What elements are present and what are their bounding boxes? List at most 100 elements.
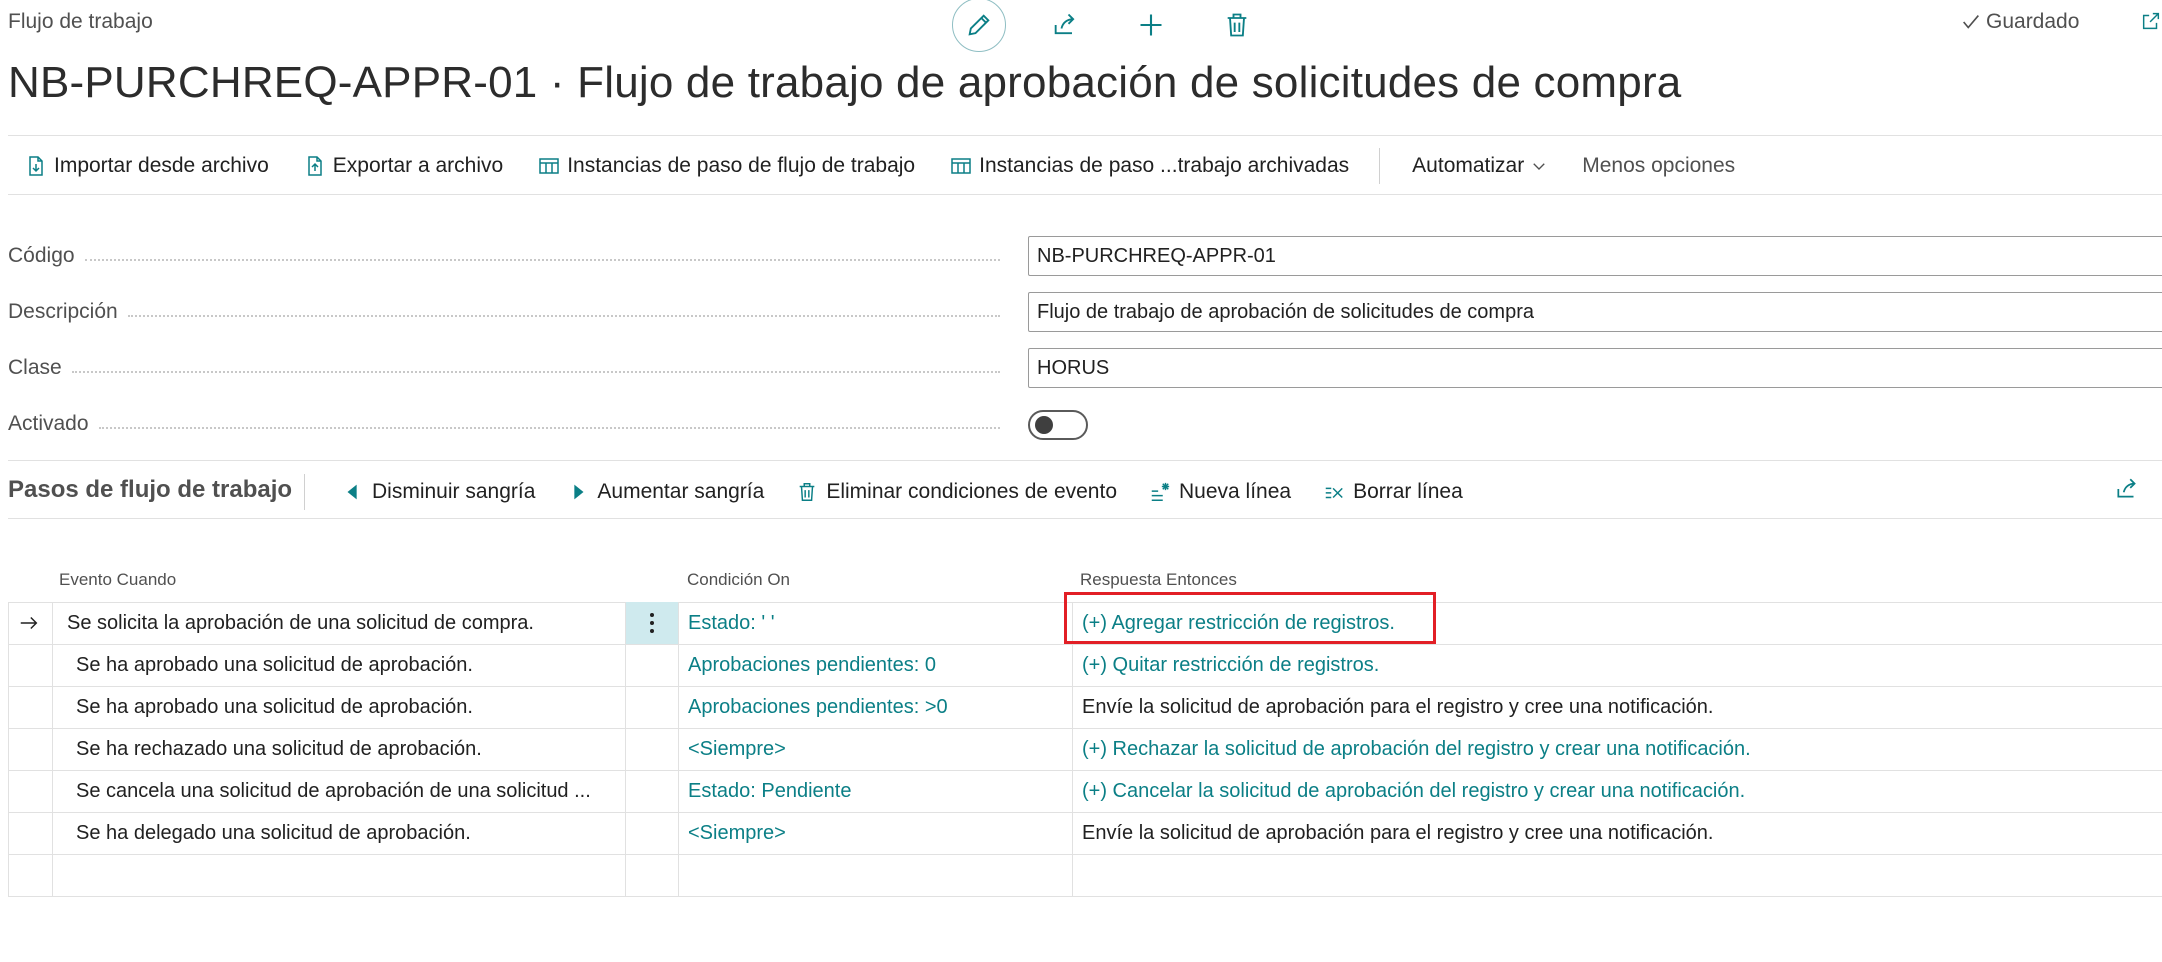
table-row-empty[interactable] <box>8 854 2162 897</box>
import-button[interactable]: Importar desde archivo <box>24 154 269 178</box>
dotted-leader <box>98 427 1000 429</box>
decrease-indent-label: Disminuir sangría <box>372 480 536 503</box>
delete-line-icon <box>1325 487 1343 499</box>
condition-cell[interactable]: Aprobaciones pendientes: >0 <box>688 686 1068 728</box>
column-header-event[interactable]: Evento Cuando <box>59 570 176 590</box>
table-row[interactable]: Se ha aprobado una solicitud de aprobaci… <box>8 644 2162 687</box>
dotted-leader <box>71 371 1000 373</box>
condition-cell[interactable]: Estado: ' ' <box>688 602 1068 644</box>
condition-cell[interactable]: <Siempre> <box>688 728 1068 770</box>
export-label: Exportar a archivo <box>332 154 504 177</box>
check-icon <box>1963 15 1979 29</box>
edit-button[interactable] <box>952 0 1006 52</box>
share-icon <box>2117 478 2136 498</box>
increase-indent-button[interactable]: Aumentar sangría <box>567 480 764 504</box>
table-row[interactable]: Se ha rechazado una solicitud de aprobac… <box>8 728 2162 771</box>
share-steps-button[interactable] <box>2114 476 2140 507</box>
export-file-icon <box>308 156 322 176</box>
class-label-text: Clase <box>8 356 62 379</box>
open-new-window-icon <box>2142 12 2160 30</box>
response-cell[interactable]: Envíe la solicitud de aprobación para el… <box>1082 812 2162 854</box>
separator <box>304 474 305 510</box>
table-row[interactable]: Se cancela una solicitud de aprobación d… <box>8 770 2162 813</box>
response-cell[interactable]: (+) Rechazar la solicitud de aprobación … <box>1082 728 2162 770</box>
row-menu-button[interactable] <box>626 602 678 644</box>
toggle-knob <box>1035 416 1053 434</box>
column-header-response[interactable]: Respuesta Entonces <box>1080 570 1237 590</box>
steps-toolbar: Disminuir sangría Aumentar sangría Elimi… <box>342 474 1495 510</box>
table-icon <box>539 158 559 174</box>
table-row[interactable]: Se ha delegado una solicitud de aprobaci… <box>8 812 2162 855</box>
event-cell[interactable]: Se cancela una solicitud de aprobación d… <box>76 770 626 812</box>
new-line-icon <box>1151 482 1170 501</box>
highlight-box <box>1064 592 1436 644</box>
condition-cell[interactable]: Aprobaciones pendientes: 0 <box>688 644 1068 686</box>
grid-line <box>678 602 679 896</box>
steps-section-title[interactable]: Pasos de flujo de trabajo <box>8 476 292 504</box>
header-actions <box>952 0 1296 52</box>
fewer-options-button[interactable]: Menos opciones <box>1582 154 1735 178</box>
delete-conditions-button[interactable]: Eliminar condiciones de evento <box>796 480 1117 504</box>
code-field[interactable]: NB-PURCHREQ-APPR-01 <box>1028 236 2162 276</box>
description-label-text: Descripción <box>8 300 118 323</box>
dotted-leader <box>127 315 1000 317</box>
divider <box>8 518 2162 519</box>
code-label: Código <box>8 244 1008 268</box>
condition-cell[interactable]: <Siempre> <box>688 812 1068 854</box>
event-cell[interactable]: Se ha aprobado una solicitud de aprobaci… <box>76 686 626 728</box>
new-line-button[interactable]: Nueva línea <box>1149 480 1291 504</box>
event-cell[interactable]: Se ha rechazado una solicitud de aprobac… <box>76 728 626 770</box>
delete-conditions-label: Eliminar condiciones de evento <box>826 480 1117 503</box>
delete-line-button[interactable]: Borrar línea <box>1323 480 1463 504</box>
arrow-right-icon <box>574 484 584 500</box>
event-cell[interactable]: Se ha aprobado una solicitud de aprobaci… <box>76 644 626 686</box>
decrease-indent-button[interactable]: Disminuir sangría <box>342 480 535 504</box>
export-button[interactable]: Exportar a archivo <box>303 154 503 178</box>
archived-instances-button[interactable]: Instancias de paso ...trabajo archivadas <box>949 154 1349 178</box>
delete-icon <box>1227 13 1247 37</box>
description-label: Descripción <box>8 300 1008 324</box>
response-cell[interactable]: Envíe la solicitud de aprobación para el… <box>1082 686 2162 728</box>
new-line-label: Nueva línea <box>1179 480 1292 503</box>
fewer-options-label: Menos opciones <box>1582 154 1736 177</box>
divider <box>8 460 2162 461</box>
event-cell[interactable]: Se solicita la aprobación de una solicit… <box>67 602 627 644</box>
divider <box>8 135 2162 136</box>
trash-icon <box>799 483 815 501</box>
archived-instances-label: Instancias de paso ...trabajo archivadas <box>979 154 1350 177</box>
divider <box>8 194 2162 195</box>
grid-line <box>8 602 9 896</box>
table-row[interactable]: Se ha aprobado una solicitud de aprobaci… <box>8 686 2162 729</box>
column-header-condition[interactable]: Condición On <box>687 570 790 590</box>
more-vertical-icon <box>650 613 654 633</box>
saved-status: Guardado <box>1960 10 2079 34</box>
add-button[interactable] <box>1124 0 1178 52</box>
import-file-icon <box>29 156 43 176</box>
separator <box>1379 148 1381 184</box>
grid-line <box>1072 602 1073 896</box>
import-label: Importar desde archivo <box>54 154 269 177</box>
event-cell[interactable]: Se ha delegado una solicitud de aprobaci… <box>76 812 626 854</box>
code-label-text: Código <box>8 244 75 267</box>
class-field[interactable]: HORUS <box>1028 348 2162 388</box>
description-field[interactable]: Flujo de trabajo de aprobación de solici… <box>1028 292 2162 332</box>
action-bar: Importar desde archivo Exportar a archiv… <box>24 146 1769 186</box>
table-icon <box>951 158 971 174</box>
enabled-toggle[interactable] <box>1028 410 1088 440</box>
grid-line <box>52 602 53 896</box>
condition-cell[interactable]: Estado: Pendiente <box>688 770 1068 812</box>
step-instances-button[interactable]: Instancias de paso de flujo de trabajo <box>537 154 915 178</box>
response-cell[interactable]: (+) Cancelar la solicitud de aprobación … <box>1082 770 2162 812</box>
step-instances-label: Instancias de paso de flujo de trabajo <box>567 154 916 177</box>
delete-button[interactable] <box>1210 0 1264 52</box>
share-button[interactable] <box>1038 0 1092 52</box>
enabled-label-text: Activado <box>8 412 89 435</box>
share-icon <box>1054 13 1075 35</box>
open-new-window-button[interactable] <box>2140 10 2162 37</box>
response-cell[interactable]: (+) Quitar restricción de registros. <box>1082 644 2162 686</box>
automate-menu[interactable]: Automatizar <box>1412 154 1548 178</box>
saved-label: Guardado <box>1986 10 2080 33</box>
page-title: NB-PURCHREQ-APPR-01 · Flujo de trabajo d… <box>8 58 1682 107</box>
breadcrumb: Flujo de trabajo <box>8 10 153 33</box>
grid-line <box>625 602 626 896</box>
